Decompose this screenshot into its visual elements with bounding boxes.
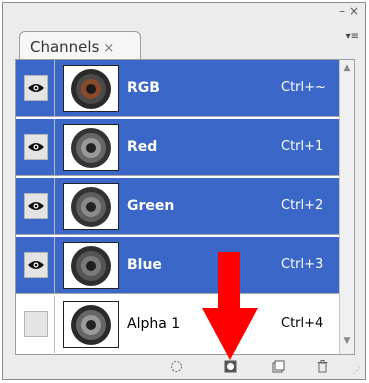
panel-bottom-bar xyxy=(15,355,355,379)
channel-shortcut: Ctrl+1 xyxy=(281,139,324,154)
tab-close-icon[interactable]: × xyxy=(103,41,114,56)
eye-icon xyxy=(28,84,44,92)
visibility-toggle[interactable] xyxy=(24,311,48,337)
channel-thumbnail xyxy=(63,65,119,112)
channel-name: RGB xyxy=(127,80,160,96)
channel-thumbnail xyxy=(63,301,119,348)
red-down-arrow-annotation xyxy=(202,252,258,360)
visibility-toggle[interactable] xyxy=(24,134,48,160)
new-channel-button[interactable] xyxy=(271,359,285,373)
resize-grip-icon[interactable]: ⋰ xyxy=(353,366,361,375)
channel-thumbnail xyxy=(63,124,119,171)
row-divider xyxy=(16,116,341,117)
channel-shortcut: Ctrl+2 xyxy=(281,198,324,213)
row-divider xyxy=(16,293,341,294)
visibility-toggle[interactable] xyxy=(24,252,48,278)
load-selection-button[interactable] xyxy=(169,359,183,373)
channel-row-alpha-1[interactable]: Alpha 1 Ctrl+4 xyxy=(16,296,341,353)
channel-thumbnail xyxy=(63,242,119,289)
channel-row-red[interactable]: Red Ctrl+1 xyxy=(16,119,341,176)
channel-row-rgb[interactable]: RGB Ctrl+~ xyxy=(16,60,341,117)
divider xyxy=(54,296,55,353)
trash-icon xyxy=(317,359,327,372)
visibility-toggle[interactable] xyxy=(24,193,48,219)
eye-icon xyxy=(28,143,44,151)
divider xyxy=(54,60,55,117)
eye-icon xyxy=(28,261,44,269)
channel-name: Green xyxy=(127,198,175,214)
channel-name: Alpha 1 xyxy=(127,316,181,332)
visibility-toggle[interactable] xyxy=(24,75,48,101)
divider xyxy=(54,178,55,235)
scrollbar[interactable]: ▲ ▼ xyxy=(339,60,354,354)
eye-icon xyxy=(28,202,44,210)
channel-name: Blue xyxy=(127,257,162,273)
new-channel-icon xyxy=(272,360,284,372)
scroll-up-icon[interactable]: ▲ xyxy=(341,63,353,77)
channel-name: Red xyxy=(127,139,158,155)
window-controls[interactable]: – × xyxy=(339,5,359,17)
row-divider xyxy=(16,234,341,235)
channel-shortcut: Ctrl+3 xyxy=(281,257,324,272)
channel-row-green[interactable]: Green Ctrl+2 xyxy=(16,178,341,235)
tab-label: Channels xyxy=(30,38,100,56)
channel-shortcut: Ctrl+4 xyxy=(281,316,324,331)
channel-thumbnail xyxy=(63,183,119,230)
channels-panel: – × ▾≡ Channels × RGB Ctrl+~ Red Ctrl+1 … xyxy=(2,2,366,380)
channel-list: RGB Ctrl+~ Red Ctrl+1 Green Ctrl+2 Blue … xyxy=(15,59,355,355)
channel-shortcut: Ctrl+~ xyxy=(281,80,326,95)
load-selection-icon xyxy=(170,360,182,372)
tab-channels[interactable]: Channels × xyxy=(19,31,141,59)
divider xyxy=(54,237,55,294)
panel-menu-icon[interactable]: ▾≡ xyxy=(346,31,359,42)
scroll-down-icon[interactable]: ▼ xyxy=(341,336,353,350)
delete-channel-button[interactable] xyxy=(315,359,329,373)
row-divider xyxy=(16,175,341,176)
divider xyxy=(54,119,55,176)
channel-row-blue[interactable]: Blue Ctrl+3 xyxy=(16,237,341,294)
